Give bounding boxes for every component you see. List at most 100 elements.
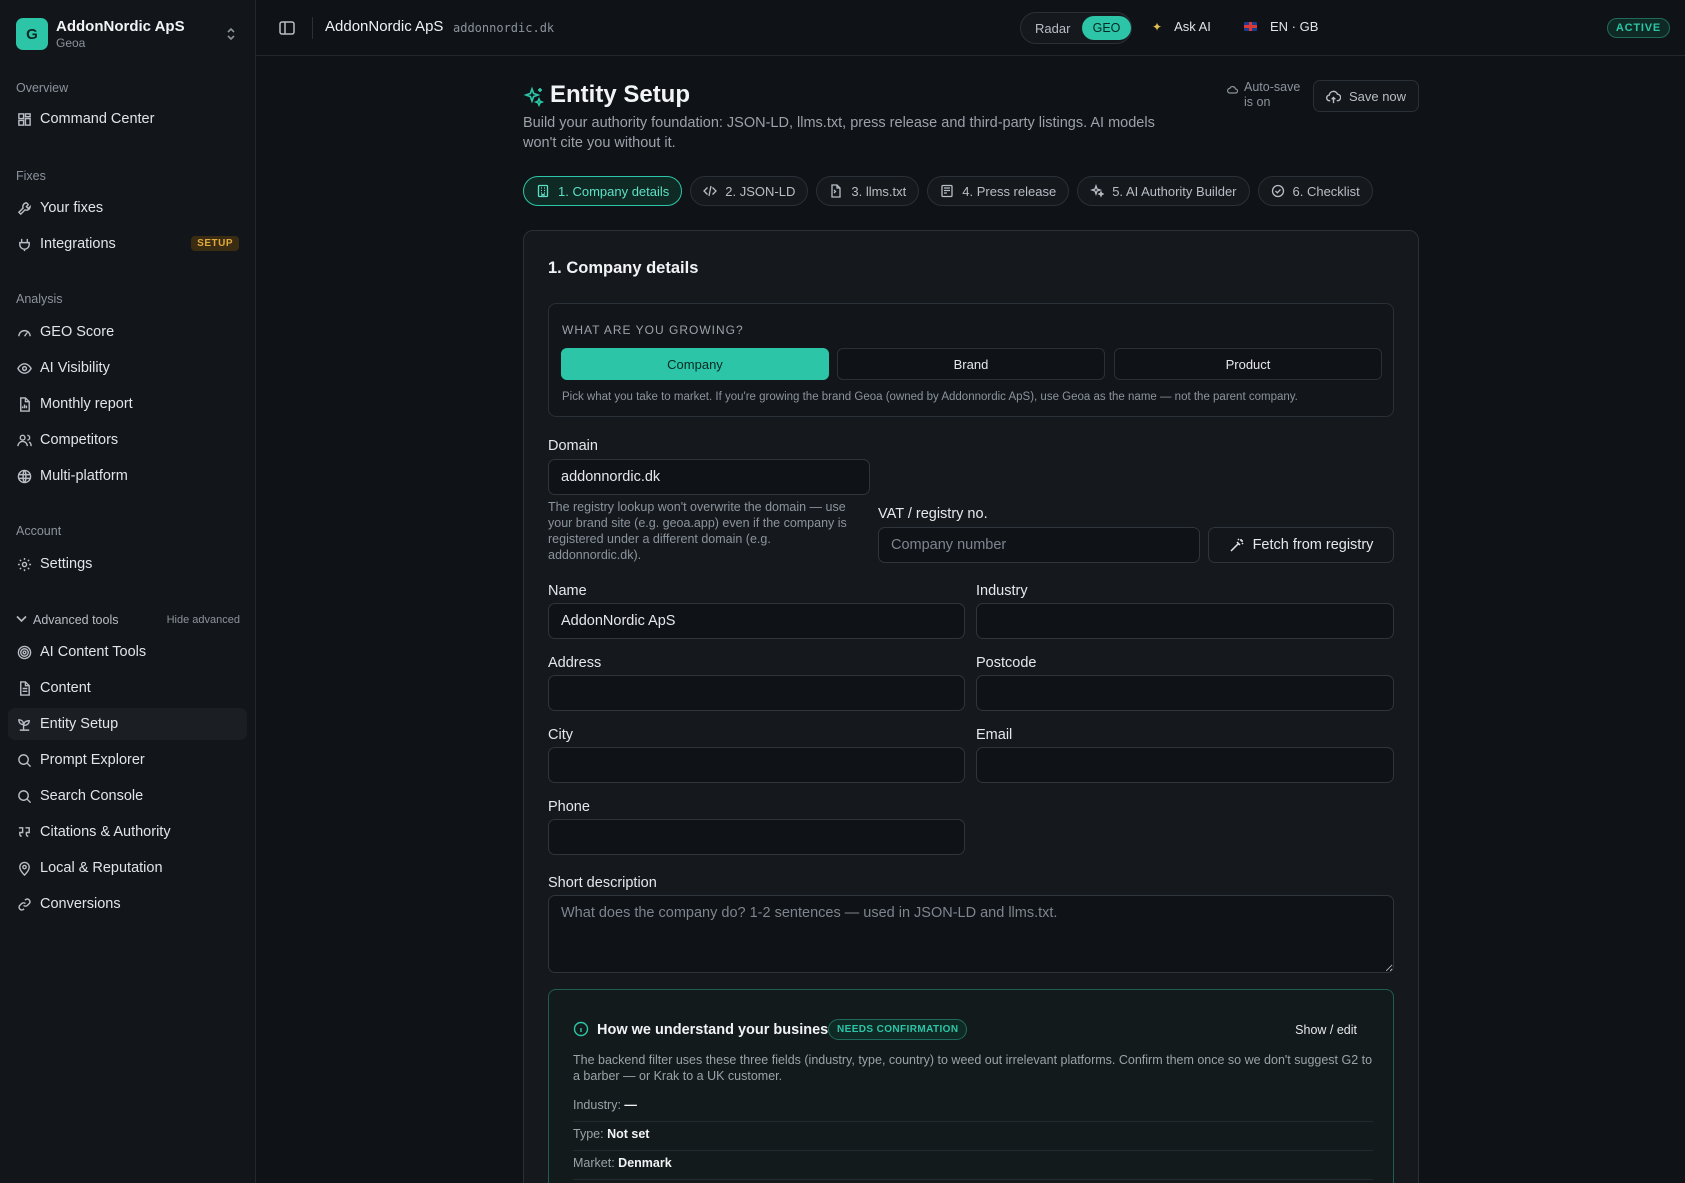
hide-advanced-link[interactable]: Hide advanced: [167, 614, 240, 626]
address-label: Address: [548, 655, 602, 671]
company-details-card: 1. Company details WHAT ARE YOU GROWING?…: [523, 230, 1419, 1183]
wrench-icon: [16, 200, 32, 216]
vat-label: VAT / registry no.: [878, 506, 988, 522]
industry-input[interactable]: [976, 603, 1394, 639]
main-content: Entity Setup Build your authority founda…: [523, 76, 1419, 1183]
sidebar-item-label: AI Visibility: [40, 360, 110, 376]
eye-icon: [16, 360, 32, 376]
option-brand[interactable]: Brand: [837, 348, 1105, 380]
business-understanding-panel: How we understand your business NEEDS CO…: [548, 989, 1394, 1183]
tab-company-details[interactable]: 1. Company details: [523, 176, 683, 206]
sidebar-item-ai-visibility[interactable]: AI Visibility: [8, 352, 247, 384]
growing-label: WHAT ARE YOU GROWING?: [562, 323, 744, 337]
sidebar-item-label: Prompt Explorer: [40, 752, 145, 768]
business-industry-row: Industry: —: [573, 1093, 1373, 1122]
section-overview: Overview: [16, 81, 69, 95]
option-product[interactable]: Product: [1114, 348, 1382, 380]
save-now-label: Save now: [1348, 88, 1407, 104]
tab-json-ld[interactable]: 2. JSON-LD: [690, 176, 809, 206]
city-label: City: [548, 727, 573, 743]
sidebar-toggle-icon[interactable]: [278, 19, 296, 37]
tab-checklist[interactable]: 6. Checklist: [1257, 176, 1373, 206]
org-product: Geoa: [56, 35, 86, 50]
chevron-down-icon: [16, 614, 27, 626]
fetch-from-registry-button[interactable]: Fetch from registry: [1208, 527, 1394, 563]
magic-wand-icon: [1230, 538, 1244, 552]
business-title: How we understand your business: [597, 1022, 837, 1038]
setup-tabs: 1. Company details 2. JSON-LD 3. llms.tx…: [523, 176, 1381, 206]
page-header: Entity Setup Build your authority founda…: [523, 76, 1419, 156]
newspaper-icon: [941, 184, 953, 198]
address-input[interactable]: [548, 675, 965, 711]
map-pin-icon: [16, 860, 32, 876]
industry-value: —: [624, 1098, 637, 1112]
sidebar-item-local-reputation[interactable]: Local & Reputation: [8, 852, 247, 884]
sidebar-item-label: Command Center: [40, 111, 155, 127]
sidebar-item-label: AI Content Tools: [40, 644, 147, 660]
type-value: Not set: [607, 1127, 650, 1141]
sidebar: G AddonNordic ApS Geoa Overview Command …: [0, 0, 256, 1183]
link-icon: [16, 896, 32, 912]
building-icon: [537, 184, 549, 198]
search-icon: [16, 752, 32, 768]
sidebar-item-geo-score[interactable]: GEO Score: [8, 316, 247, 348]
sidebar-item-content[interactable]: Content: [8, 672, 247, 704]
workspace-domain: addonnordic.dk: [453, 21, 555, 35]
plug-icon: [16, 236, 32, 252]
option-company[interactable]: Company: [561, 348, 829, 380]
tab-label: 1. Company details: [558, 183, 670, 199]
mode-geo-button[interactable]: GEO: [1082, 16, 1131, 40]
sidebar-item-multi-platform[interactable]: Multi-platform: [8, 460, 247, 492]
tab-ai-authority-builder[interactable]: 5. AI Authority Builder: [1077, 176, 1250, 206]
section-account: Account: [16, 524, 62, 538]
ask-ai-button[interactable]: ✦ Ask AI: [1152, 19, 1211, 34]
advanced-tools-toggle[interactable]: Advanced tools Hide advanced: [16, 611, 240, 629]
save-now-button[interactable]: Save now: [1313, 80, 1419, 112]
sidebar-item-label: Conversions: [40, 896, 121, 912]
file-text-icon: [16, 680, 32, 696]
sidebar-item-settings[interactable]: Settings: [8, 548, 247, 580]
tab-llms-txt[interactable]: 3. llms.txt: [816, 176, 920, 206]
name-input[interactable]: [548, 603, 965, 639]
city-input[interactable]: [548, 747, 965, 783]
sidebar-item-label: Local & Reputation: [40, 860, 163, 876]
sidebar-item-integrations[interactable]: Integrations SETUP: [8, 228, 247, 260]
language-selector[interactable]: EN · GB: [1244, 19, 1318, 34]
cloud-icon: [1227, 84, 1239, 110]
quote-icon: [16, 824, 32, 840]
domain-label: Domain: [548, 438, 598, 454]
sidebar-item-label: GEO Score: [40, 324, 115, 340]
sidebar-item-entity-setup[interactable]: Entity Setup: [8, 708, 247, 740]
domain-input[interactable]: [548, 459, 870, 495]
sidebar-item-citations-authority[interactable]: Citations & Authority: [8, 816, 247, 848]
sidebar-item-search-console[interactable]: Search Console: [8, 780, 247, 812]
type-key: Type:: [573, 1127, 604, 1141]
show-edit-button[interactable]: Show / edit: [1295, 1023, 1357, 1037]
sidebar-item-prompt-explorer[interactable]: Prompt Explorer: [8, 744, 247, 776]
tab-press-release[interactable]: 4. Press release: [927, 176, 1070, 206]
target-icon: [16, 644, 32, 660]
sidebar-item-label: Monthly report: [40, 396, 133, 412]
section-fixes: Fixes: [16, 169, 46, 183]
industry-key: Industry:: [573, 1098, 621, 1112]
status-badge: ACTIVE: [1606, 18, 1670, 38]
org-switcher[interactable]: G AddonNordic ApS Geoa: [16, 16, 240, 52]
sidebar-item-label: Settings: [40, 556, 93, 572]
sidebar-item-your-fixes[interactable]: Your fixes: [8, 192, 247, 224]
business-description: The backend filter uses these three fiel…: [573, 1053, 1373, 1083]
postcode-input[interactable]: [976, 675, 1394, 711]
language-label: EN · GB: [1270, 19, 1319, 34]
sidebar-item-ai-content-tools[interactable]: AI Content Tools: [8, 636, 247, 668]
sidebar-item-command-center[interactable]: Command Center: [8, 103, 247, 135]
sidebar-item-monthly-report[interactable]: Monthly report: [8, 388, 247, 420]
sidebar-item-conversions[interactable]: Conversions: [8, 888, 247, 920]
fetch-label: Fetch from registry: [1252, 537, 1374, 553]
gear-icon: [16, 556, 32, 572]
vat-input[interactable]: [878, 527, 1200, 563]
sidebar-item-competitors[interactable]: Competitors: [8, 424, 247, 456]
chevrons-up-down-icon: [222, 27, 240, 42]
phone-input[interactable]: [548, 819, 965, 855]
mode-radar-button[interactable]: Radar: [1035, 21, 1070, 36]
email-input[interactable]: [976, 747, 1394, 783]
short-description-textarea[interactable]: [548, 895, 1394, 973]
